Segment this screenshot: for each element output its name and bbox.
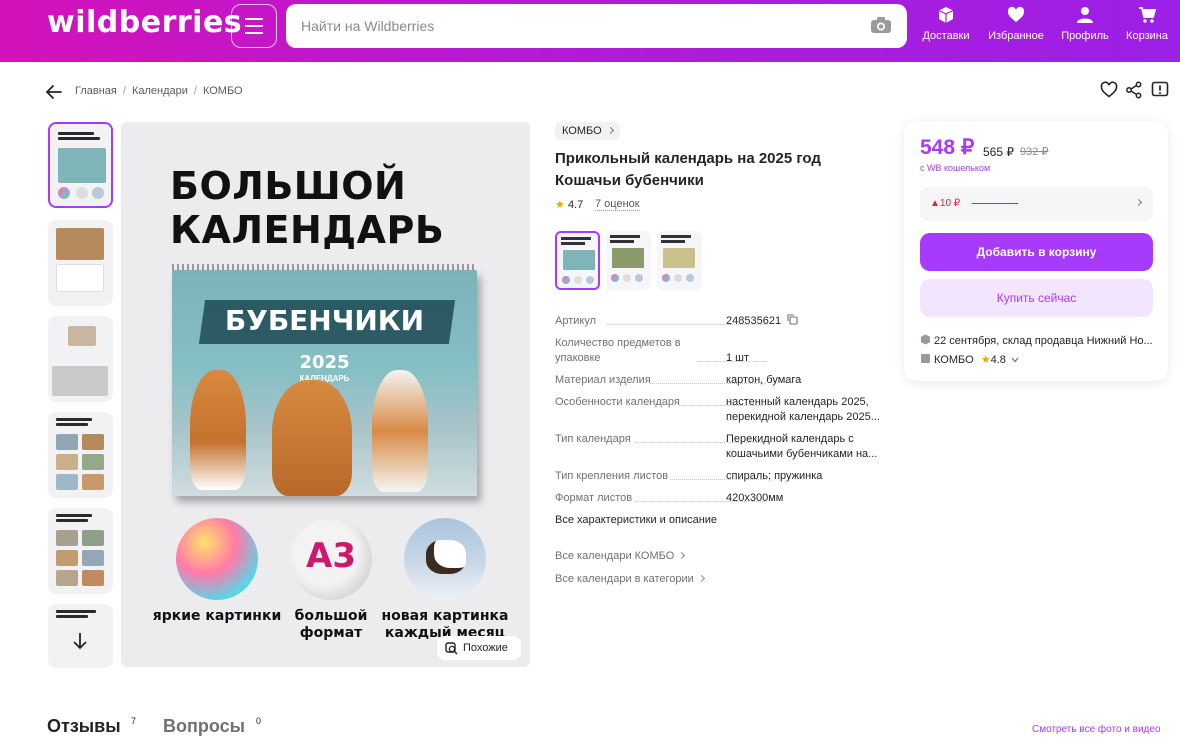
a3-label: A3 [306,536,356,576]
rating-value: 4.7 [567,199,584,211]
feature-bright-icon [176,518,258,600]
seller-rating: 4.8 [990,354,1006,366]
product-title: Прикольный календарь на 2025 год Кошачьи… [555,150,821,189]
calendar-name: БУБЕНЧИКИ [224,304,425,337]
nav-label: Доставки [922,30,970,42]
spec-key: Материал изделия [555,374,651,386]
thumbnail-4[interactable] [48,412,113,498]
thumbnail-1[interactable] [48,122,113,208]
price-change: ▲10 ₽ [930,198,961,209]
nav-label: Профиль [1061,30,1109,42]
brand-category-link[interactable]: Все календари КОМБО [555,550,684,562]
store-icon [921,354,930,363]
box-icon [938,7,954,23]
feature-a3-icon: A3 [290,518,372,600]
spec-value: 248535621 [726,314,886,329]
chevron-down-icon [1011,357,1019,363]
report-icon[interactable] [1151,81,1169,99]
price-trend-line [972,203,1018,204]
cart-icon [1139,7,1156,23]
delivery-text: 22 сентября, склад продавца Нижний Но... [934,335,1153,347]
questions-count: 0 [256,716,262,726]
price-card: 548 ₽ 565 ₽ 932 ₽ с WB кошельком ▲10 ₽ Д… [904,121,1168,381]
tab-questions[interactable]: Вопросы [163,716,245,737]
similar-button[interactable]: Похожие [437,636,521,660]
tab-reviews[interactable]: Отзывы [47,716,121,737]
spec-value: Перекидной календарь с кошачьими бубенчи… [726,433,878,460]
seller-name: КОМБО [934,354,974,366]
thumbnail-2[interactable] [48,220,113,306]
menu-button[interactable] [231,4,277,48]
search-input[interactable] [286,4,907,48]
price-old: 932 ₽ [1020,146,1049,158]
nav-deliveries[interactable]: Доставки [916,6,976,42]
favorite-heart-icon[interactable] [1100,81,1118,99]
nav-label: Избранное [988,30,1044,42]
spec-key: Тип крепления листов [555,470,669,482]
scroll-down-icon[interactable] [72,632,88,650]
nav-favorites[interactable]: Избранное [986,6,1046,42]
calendar-cover: БУБЕНЧИКИ 2025 КАЛЕНДАРЬ [172,270,477,496]
nav-label: Корзина [1126,30,1168,42]
seller-info[interactable]: КОМБО ★4.8 [920,353,1019,366]
spec-key: Формат листов [555,492,633,504]
feature-label: яркие картинки [152,608,282,624]
price-history-row[interactable]: ▲10 ₽ [920,187,1153,221]
delivery-info[interactable]: 22 сентября, склад продавца Нижний Но... [920,334,1160,347]
breadcrumb-item[interactable]: КОМБО [203,85,243,97]
brand-tag[interactable]: КОМБО [555,122,620,140]
spec-key: Особенности календаря [555,396,680,408]
spec-value: спираль; пружинка [726,470,823,482]
spec-value: 1 шт [726,352,750,364]
breadcrumb-item[interactable]: Календари [132,85,188,97]
spec-key: Артикул [555,314,600,329]
product-rating: ★ 4.7 7 оценок [555,198,640,211]
category-link[interactable]: Все календари в категории [555,573,704,585]
similar-search-icon [445,642,458,655]
reviews-count: 7 [131,716,137,726]
thumbnail-3[interactable] [48,316,113,402]
star-icon: ★ [555,199,565,211]
reviews-link[interactable]: 7 оценок [595,198,640,211]
copy-icon[interactable] [787,314,798,325]
add-to-cart-button[interactable]: Добавить в корзину [920,233,1153,271]
spec-value: 420x300мм [726,492,784,504]
all-media-link[interactable]: Смотреть все фото и видео [1032,724,1161,735]
user-icon [1077,7,1093,23]
spec-value: настенный календарь 2025, перекидной кал… [726,396,880,423]
back-arrow-icon[interactable] [45,84,63,100]
camera-icon[interactable] [870,16,892,34]
buy-now-button[interactable]: Купить сейчас [920,279,1153,317]
thumbnail-6[interactable] [48,604,113,668]
similar-label: Похожие [463,642,508,654]
feature-dog-photo [404,518,486,600]
price-regular: 565 ₽ [983,145,1014,159]
spec-value: картон, бумага [726,374,802,386]
variant-1[interactable] [555,231,600,290]
all-specs-link[interactable]: Все характеристики и описание [555,514,717,526]
star-icon: ★ [980,354,991,366]
spec-key: Тип календаря [555,433,631,445]
spec-key: Количество предметов в упаковке [555,336,695,366]
price-wallet: 548 ₽ [920,136,975,159]
share-icon[interactable] [1125,81,1143,99]
heart-icon [1007,6,1025,23]
nav-profile[interactable]: Профиль [1055,6,1115,42]
wallet-note[interactable]: с WB кошельком [920,163,990,173]
thumbnail-5[interactable] [48,508,113,594]
main-product-image[interactable]: БОЛЬШОЙ КАЛЕНДАРЬ БУБЕНЧИКИ 2025 КАЛЕНДА… [121,122,530,667]
breadcrumb: Главная / Календари / КОМБО [75,85,243,97]
feature-label: большой формат [294,608,368,641]
image-headline: БОЛЬШОЙ КАЛЕНДАРЬ [170,164,445,252]
variant-3[interactable] [657,231,702,290]
breadcrumb-item[interactable]: Главная [75,85,117,97]
nav-cart[interactable]: Корзина [1117,6,1177,42]
variant-2[interactable] [606,231,651,290]
top-header: wildberries Доставки Избранное Профиль [0,0,1180,62]
logo[interactable]: wildberries [47,5,242,40]
chevron-right-icon [1134,198,1143,207]
delivery-box-icon [921,334,930,345]
